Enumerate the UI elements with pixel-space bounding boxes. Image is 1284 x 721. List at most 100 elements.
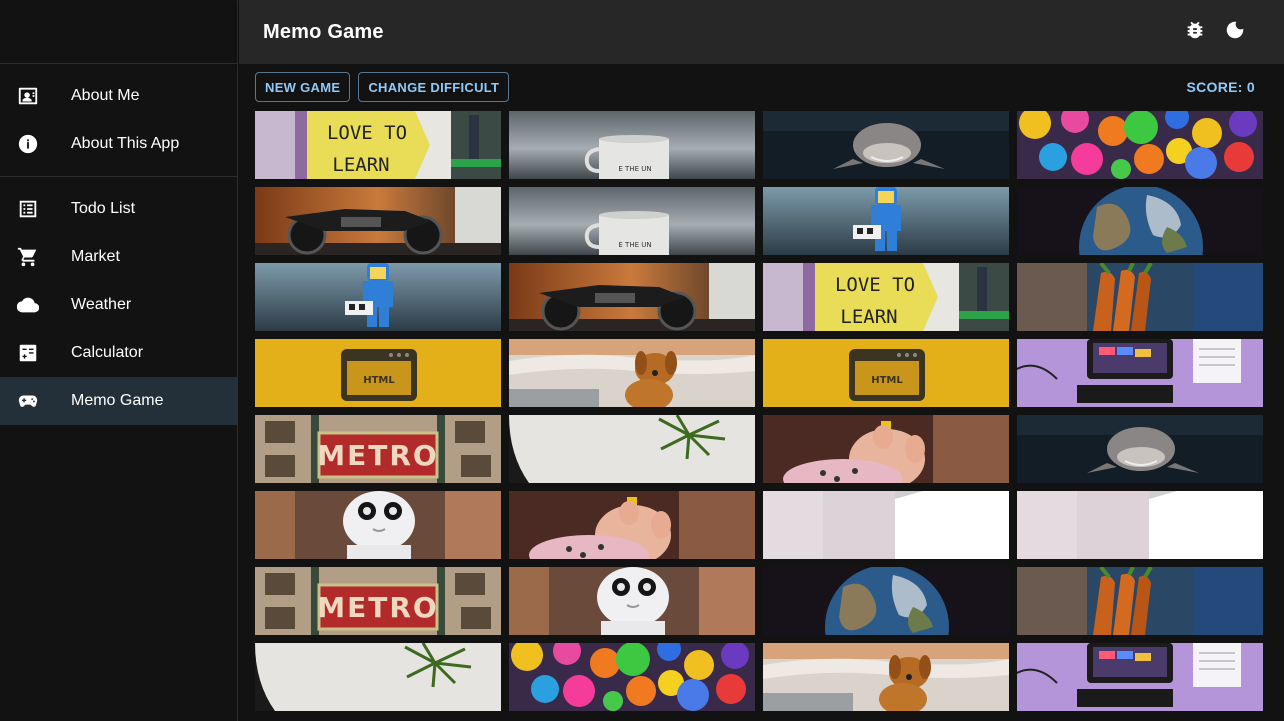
memo-card[interactable]	[255, 187, 501, 255]
card-image-love-to-learn: LOVE TO LEARN	[763, 263, 1009, 331]
cart-icon	[16, 245, 40, 269]
memo-card[interactable]: METRO	[255, 415, 501, 483]
card-image-robot	[255, 491, 501, 559]
card-image-carrots	[1017, 567, 1263, 635]
debug-button[interactable]	[1175, 12, 1215, 52]
card-image-motorcycle	[255, 187, 501, 255]
sidebar-item-label: Calculator	[71, 344, 144, 361]
card-image-dog	[509, 339, 755, 407]
card-image-carrots	[1017, 263, 1263, 331]
memo-game-content: NEW GAME CHANGE DIFFICULT SCORE: 0 LOVE …	[239, 64, 1284, 721]
sidebar-item-label: Todo List	[71, 200, 136, 217]
card-image-balls	[1017, 111, 1263, 179]
memo-card[interactable]	[1017, 643, 1263, 711]
card-image-lego	[763, 187, 1009, 255]
memo-card[interactable]	[255, 643, 501, 711]
sidebar-item-weather[interactable]: Weather	[0, 281, 237, 329]
memo-card[interactable]	[509, 339, 755, 407]
svg-text:E THE UN: E THE UN	[618, 165, 651, 173]
memo-card[interactable]: HTML	[255, 339, 501, 407]
info-icon	[16, 132, 40, 156]
memo-card[interactable]	[763, 111, 1009, 179]
memo-card[interactable]	[763, 187, 1009, 255]
memo-card[interactable]: E THE UN	[509, 187, 755, 255]
memo-card[interactable]	[763, 491, 1009, 559]
memo-card[interactable]	[763, 415, 1009, 483]
calculator-icon	[16, 341, 40, 365]
memo-card[interactable]	[1017, 491, 1263, 559]
card-image-shark	[763, 111, 1009, 179]
card-image-lego	[255, 263, 501, 331]
sidebar: About Me About This App Todo List Market…	[0, 0, 238, 721]
change-difficulty-button[interactable]: CHANGE DIFFICULT	[358, 72, 510, 102]
sidebar-item-label: Weather	[71, 296, 132, 313]
sidebar-item-label: About This App	[71, 135, 180, 152]
theme-toggle-button[interactable]	[1215, 12, 1255, 52]
sidebar-item-market[interactable]: Market	[0, 233, 237, 281]
contact-card-icon	[16, 84, 40, 108]
card-image-shark	[1017, 415, 1263, 483]
bug-icon	[1184, 19, 1206, 46]
card-image-plant	[509, 415, 755, 483]
card-image-desk	[1017, 339, 1263, 407]
memo-card[interactable]	[255, 263, 501, 331]
sidebar-header	[0, 0, 237, 64]
sidebar-item-calculator[interactable]: Calculator	[0, 329, 237, 377]
sidebar-item-todo-list[interactable]: Todo List	[0, 185, 237, 233]
sidebar-item-memo-game[interactable]: Memo Game	[0, 377, 237, 425]
new-game-button[interactable]: NEW GAME	[255, 72, 351, 102]
memo-card[interactable]	[1017, 263, 1263, 331]
card-image-balls	[509, 643, 755, 711]
card-image-plant	[255, 643, 501, 711]
card-image-baby	[763, 415, 1009, 483]
card-image-html: HTML	[255, 339, 501, 407]
memo-card[interactable]	[255, 491, 501, 559]
svg-text:E THE UN: E THE UN	[618, 241, 651, 249]
memo-card[interactable]: LOVE TO LEARN	[255, 111, 501, 179]
memo-card[interactable]	[1017, 415, 1263, 483]
memo-card[interactable]	[1017, 111, 1263, 179]
page-title: Memo Game	[263, 20, 384, 43]
memo-card[interactable]	[509, 567, 755, 635]
memo-card[interactable]	[1017, 339, 1263, 407]
sidebar-item-about-this-app[interactable]: About This App	[0, 120, 237, 168]
memo-card[interactable]: HTML	[763, 339, 1009, 407]
memo-card[interactable]: E THE UN	[509, 111, 755, 179]
memo-card[interactable]: METRO	[255, 567, 501, 635]
card-image-motorcycle	[509, 263, 755, 331]
card-grid: LOVE TO LEARN E THE UN E THE UN LOVE TO LEARN…	[255, 111, 1263, 711]
memo-card[interactable]: LOVE TO LEARN	[763, 263, 1009, 331]
memo-card[interactable]	[509, 491, 755, 559]
sidebar-item-label: Market	[71, 248, 120, 265]
card-image-earth	[763, 567, 1009, 635]
sidebar-item-about-me[interactable]: About Me	[0, 72, 237, 120]
memo-card[interactable]	[763, 567, 1009, 635]
score-display: SCORE: 0	[1186, 79, 1255, 95]
svg-text:LOVE TO: LOVE TO	[835, 274, 915, 296]
sidebar-item-label: About Me	[71, 87, 140, 104]
svg-text:LEARN: LEARN	[840, 306, 897, 328]
memo-card[interactable]	[509, 643, 755, 711]
nav-group-about: About Me About This App	[0, 64, 237, 177]
card-image-mug: E THE UN	[509, 187, 755, 255]
sidebar-item-label: Memo Game	[71, 392, 164, 409]
nav-group-apps: Todo List Market Weather Calculator Memo…	[0, 177, 237, 433]
card-image-dog	[763, 643, 1009, 711]
card-image-white	[763, 491, 1009, 559]
memo-card[interactable]	[763, 643, 1009, 711]
card-image-earth	[1017, 187, 1263, 255]
card-image-robot	[509, 567, 755, 635]
memo-card[interactable]	[509, 263, 755, 331]
card-image-white	[1017, 491, 1263, 559]
memo-card[interactable]	[509, 415, 755, 483]
svg-text:METRO: METRO	[317, 591, 438, 624]
gamepad-icon	[16, 389, 40, 413]
memo-card[interactable]	[1017, 567, 1263, 635]
memo-card[interactable]	[1017, 187, 1263, 255]
card-image-html: HTML	[763, 339, 1009, 407]
card-image-baby	[509, 491, 755, 559]
game-toolbar: NEW GAME CHANGE DIFFICULT SCORE: 0	[255, 72, 1255, 102]
svg-text:HTML: HTML	[363, 375, 395, 386]
list-icon	[16, 197, 40, 221]
app-bar: Memo Game	[239, 0, 1284, 64]
